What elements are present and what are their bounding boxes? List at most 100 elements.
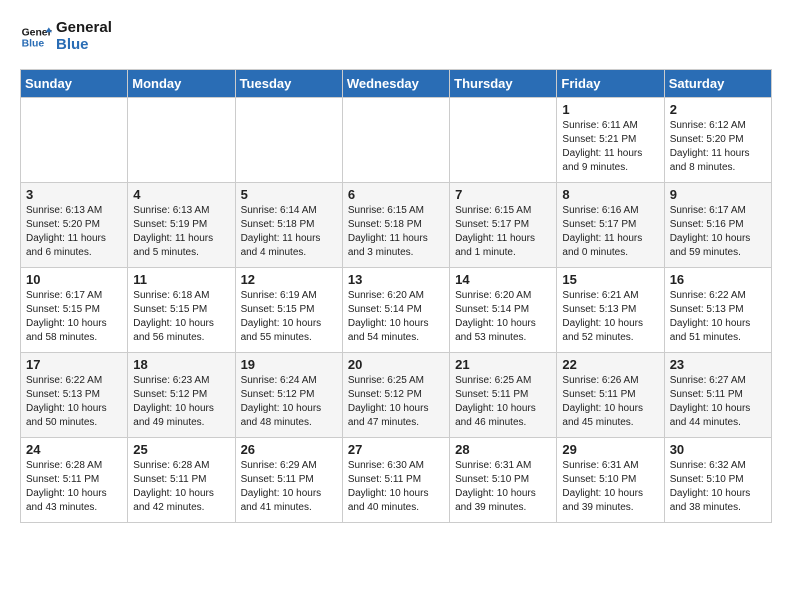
day-number: 8 (562, 187, 658, 202)
cell-content: Sunrise: 6:12 AMSunset: 5:20 PMDaylight:… (670, 119, 766, 175)
calendar-week-row: 24 Sunrise: 6:28 AMSunset: 5:11 PMDayligh… (21, 438, 772, 523)
cell-content: Sunrise: 6:23 AMSunset: 5:12 PMDaylight:… (133, 374, 229, 430)
day-number: 21 (455, 357, 551, 372)
cell-content: Sunrise: 6:15 AMSunset: 5:17 PMDaylight:… (455, 204, 551, 260)
calendar-cell: 27Sunrise: 6:30 AMSunset: 5:11 PMDayligh… (342, 438, 449, 523)
svg-text:General: General (22, 27, 52, 38)
calendar-cell: 11 Sunrise: 6:18 AMSunset: 5:15 PMDayligh… (128, 268, 235, 353)
calendar-week-row: 10Sunrise: 6:17 AMSunset: 5:15 PMDayligh… (21, 268, 772, 353)
calendar-cell: 10Sunrise: 6:17 AMSunset: 5:15 PMDayligh… (21, 268, 128, 353)
calendar-cell: 24 Sunrise: 6:28 AMSunset: 5:11 PMDayligh… (21, 438, 128, 523)
day-number: 24 (26, 442, 122, 457)
page-header: General Blue General Blue (20, 20, 772, 53)
day-number: 20 (348, 357, 444, 372)
cell-content: Sunrise: 6:31 AMSunset: 5:10 PMDaylight:… (455, 459, 551, 515)
day-number: 14 (455, 272, 551, 287)
col-header-tuesday: Tuesday (235, 70, 342, 98)
day-number: 6 (348, 187, 444, 202)
cell-content: Sunrise: 6:24 AMSunset: 5:12 PMDaylight:… (241, 374, 337, 430)
col-header-monday: Monday (128, 70, 235, 98)
day-number: 29 (562, 442, 658, 457)
calendar-cell (128, 98, 235, 183)
day-number: 28 (455, 442, 551, 457)
cell-content: Sunrise: 6:15 AMSunset: 5:18 PMDaylight:… (348, 204, 444, 260)
day-number: 2 (670, 102, 766, 117)
day-number: 10 (26, 272, 122, 287)
cell-content: Sunrise: 6:25 AMSunset: 5:11 PMDaylight:… (455, 374, 551, 430)
cell-content: Sunrise: 6:28 AMSunset: 5:11 PMDaylight:… (26, 459, 122, 515)
col-header-friday: Friday (557, 70, 664, 98)
cell-content: Sunrise: 6:11 AMSunset: 5:21 PMDaylight:… (562, 119, 658, 175)
calendar-cell: 3Sunrise: 6:13 AMSunset: 5:20 PMDaylight… (21, 183, 128, 268)
calendar-cell: 22 Sunrise: 6:26 AMSunset: 5:11 PMDayligh… (557, 353, 664, 438)
calendar-cell: 23 Sunrise: 6:27 AMSunset: 5:11 PMDayligh… (664, 353, 771, 438)
day-number: 23 (670, 357, 766, 372)
calendar-cell: 14 Sunrise: 6:20 AMSunset: 5:14 PMDayligh… (450, 268, 557, 353)
cell-content: Sunrise: 6:27 AMSunset: 5:11 PMDaylight:… (670, 374, 766, 430)
day-number: 15 (562, 272, 658, 287)
calendar-cell: 13Sunrise: 6:20 AMSunset: 5:14 PMDayligh… (342, 268, 449, 353)
col-header-thursday: Thursday (450, 70, 557, 98)
cell-content: Sunrise: 6:16 AMSunset: 5:17 PMDaylight:… (562, 204, 658, 260)
cell-content: Sunrise: 6:17 AMSunset: 5:16 PMDaylight:… (670, 204, 766, 260)
logo-general: General (56, 20, 112, 37)
day-number: 18 (133, 357, 229, 372)
cell-content: Sunrise: 6:26 AMSunset: 5:11 PMDaylight:… (562, 374, 658, 430)
calendar-cell: 9 Sunrise: 6:17 AMSunset: 5:16 PMDaylight… (664, 183, 771, 268)
calendar: SundayMondayTuesdayWednesdayThursdayFrid… (20, 69, 772, 523)
calendar-cell: 7 Sunrise: 6:15 AMSunset: 5:17 PMDaylight… (450, 183, 557, 268)
calendar-cell: 29Sunrise: 6:31 AMSunset: 5:10 PMDayligh… (557, 438, 664, 523)
calendar-cell: 18 Sunrise: 6:23 AMSunset: 5:12 PMDayligh… (128, 353, 235, 438)
day-number: 5 (241, 187, 337, 202)
col-header-sunday: Sunday (21, 70, 128, 98)
calendar-cell: 1Sunrise: 6:11 AMSunset: 5:21 PMDaylight… (557, 98, 664, 183)
cell-content: Sunrise: 6:19 AMSunset: 5:15 PMDaylight:… (241, 289, 337, 345)
cell-content: Sunrise: 6:29 AMSunset: 5:11 PMDaylight:… (241, 459, 337, 515)
calendar-cell: 12 Sunrise: 6:19 AMSunset: 5:15 PMDayligh… (235, 268, 342, 353)
calendar-cell: 16Sunrise: 6:22 AMSunset: 5:13 PMDayligh… (664, 268, 771, 353)
calendar-cell: 8 Sunrise: 6:16 AMSunset: 5:17 PMDaylight… (557, 183, 664, 268)
day-number: 19 (241, 357, 337, 372)
col-header-wednesday: Wednesday (342, 70, 449, 98)
cell-content: Sunrise: 6:14 AMSunset: 5:18 PMDaylight:… (241, 204, 337, 260)
calendar-cell: 6 Sunrise: 6:15 AMSunset: 5:18 PMDaylight… (342, 183, 449, 268)
logo-icon: General Blue (20, 21, 52, 53)
cell-content: Sunrise: 6:28 AMSunset: 5:11 PMDaylight:… (133, 459, 229, 515)
day-number: 11 (133, 272, 229, 287)
calendar-cell: 17 Sunrise: 6:22 AMSunset: 5:13 PMDayligh… (21, 353, 128, 438)
cell-content: Sunrise: 6:20 AMSunset: 5:14 PMDaylight:… (455, 289, 551, 345)
calendar-cell (342, 98, 449, 183)
day-number: 26 (241, 442, 337, 457)
day-number: 22 (562, 357, 658, 372)
calendar-cell: 15 Sunrise: 6:21 AMSunset: 5:13 PMDayligh… (557, 268, 664, 353)
day-number: 13 (348, 272, 444, 287)
day-number: 17 (26, 357, 122, 372)
cell-content: Sunrise: 6:21 AMSunset: 5:13 PMDaylight:… (562, 289, 658, 345)
calendar-week-row: 3Sunrise: 6:13 AMSunset: 5:20 PMDaylight… (21, 183, 772, 268)
logo: General Blue General Blue (20, 20, 112, 53)
calendar-cell: 4Sunrise: 6:13 AMSunset: 5:19 PMDaylight… (128, 183, 235, 268)
calendar-header-row: SundayMondayTuesdayWednesdayThursdayFrid… (21, 70, 772, 98)
calendar-cell: 2 Sunrise: 6:12 AMSunset: 5:20 PMDaylight… (664, 98, 771, 183)
calendar-cell (450, 98, 557, 183)
day-number: 25 (133, 442, 229, 457)
calendar-cell: 5 Sunrise: 6:14 AMSunset: 5:18 PMDaylight… (235, 183, 342, 268)
calendar-cell: 30Sunrise: 6:32 AMSunset: 5:10 PMDayligh… (664, 438, 771, 523)
day-number: 7 (455, 187, 551, 202)
cell-content: Sunrise: 6:22 AMSunset: 5:13 PMDaylight:… (26, 374, 122, 430)
calendar-cell: 28 Sunrise: 6:31 AMSunset: 5:10 PMDayligh… (450, 438, 557, 523)
calendar-week-row: 1Sunrise: 6:11 AMSunset: 5:21 PMDaylight… (21, 98, 772, 183)
cell-content: Sunrise: 6:30 AMSunset: 5:11 PMDaylight:… (348, 459, 444, 515)
logo-blue: Blue (56, 37, 112, 54)
cell-content: Sunrise: 6:18 AMSunset: 5:15 PMDaylight:… (133, 289, 229, 345)
calendar-cell: 26 Sunrise: 6:29 AMSunset: 5:11 PMDayligh… (235, 438, 342, 523)
cell-content: Sunrise: 6:13 AMSunset: 5:19 PMDaylight:… (133, 204, 229, 260)
calendar-cell (235, 98, 342, 183)
day-number: 16 (670, 272, 766, 287)
calendar-cell: 19 Sunrise: 6:24 AMSunset: 5:12 PMDayligh… (235, 353, 342, 438)
day-number: 9 (670, 187, 766, 202)
calendar-week-row: 17 Sunrise: 6:22 AMSunset: 5:13 PMDayligh… (21, 353, 772, 438)
day-number: 30 (670, 442, 766, 457)
day-number: 12 (241, 272, 337, 287)
cell-content: Sunrise: 6:13 AMSunset: 5:20 PMDaylight:… (26, 204, 122, 260)
